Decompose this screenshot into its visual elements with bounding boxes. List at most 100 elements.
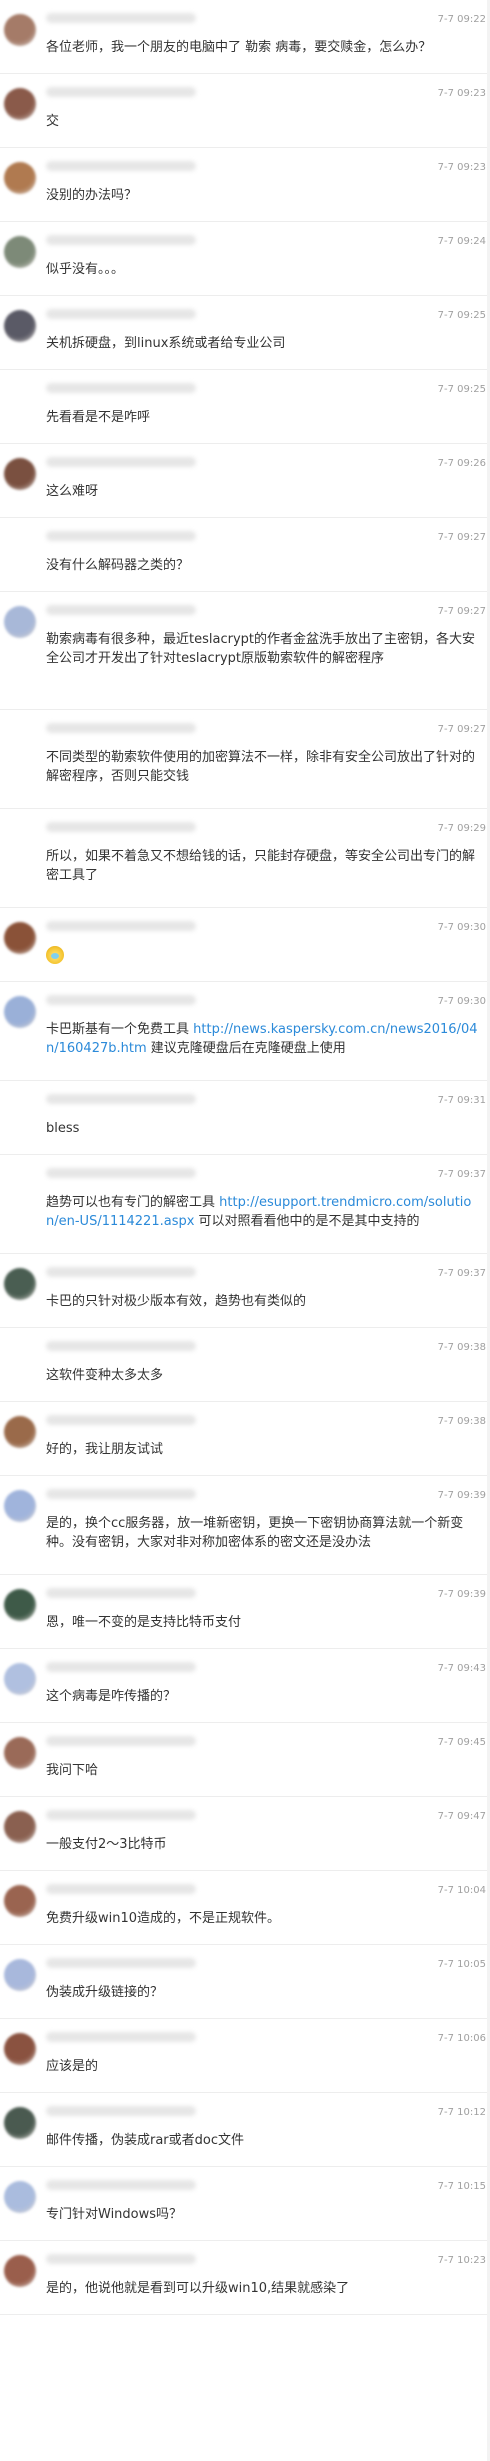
message-text: 应该是的 [46,2057,480,2076]
message-text-segment: 这么难呀 [46,484,99,499]
chat-thread[interactable]: 7-7 09:22 各位老师，我一个朋友的电脑中了 勒索 病毒，要交赎金，怎么办？… [0,0,490,2315]
avatar[interactable] [4,996,36,1028]
sender-name-redacted [46,1958,196,1968]
message-timestamp: 7-7 10:15 [437,2181,486,2192]
avatar[interactable] [4,922,36,954]
chat-message: 7-7 09:25 先看看是不是咋呼 [0,370,490,444]
avatar[interactable] [4,1959,36,1991]
message-text-segment: 勒索病毒有很多种，最近teslacrypt的作者金盆洗手放出了主密钥，各大安全公… [46,632,475,666]
message-text: 是的，他说他就是看到可以升级win10,结果就感染了 [46,2279,480,2298]
message-text: 勒索病毒有很多种，最近teslacrypt的作者金盆洗手放出了主密钥，各大安全公… [46,630,480,668]
message-timestamp: 7-7 09:27 [437,724,486,735]
avatar[interactable] [4,88,36,120]
sender-name-redacted [46,2254,196,2264]
chat-message: 7-7 09:45 我问下哈 [0,1723,490,1797]
sender-name-redacted [46,1662,196,1672]
chat-message: 7-7 09:39 是的，换个cc服务器，放一堆新密钥，更换一下密钥协商算法就一个… [0,1476,490,1575]
avatar[interactable] [4,384,36,416]
message-text: 一般支付2～3比特币 [46,1835,480,1854]
avatar[interactable] [4,1342,36,1374]
avatar[interactable] [4,162,36,194]
sender-name-redacted [46,1415,196,1425]
message-timestamp: 7-7 09:47 [437,1811,486,1822]
avatar[interactable] [4,2107,36,2139]
chat-message: 7-7 09:23 交 [0,74,490,148]
chat-message: 7-7 10:23 是的，他说他就是看到可以升级win10,结果就感染了 [0,2241,490,2315]
avatar[interactable] [4,1268,36,1300]
avatar[interactable] [4,606,36,638]
message-timestamp: 7-7 10:04 [437,1885,486,1896]
avatar[interactable] [4,14,36,46]
sender-name-redacted [46,822,196,832]
message-timestamp: 7-7 09:39 [437,1490,486,1501]
message-timestamp: 7-7 09:23 [437,88,486,99]
message-text: 关机拆硬盘，到linux系统或者给专业公司 [46,334,480,353]
message-text: bless [46,1119,480,1138]
chat-message: 7-7 09:37 趋势可以也有专门的解密工具 http://esupport.t… [0,1155,490,1254]
message-text-segment: 没有什么解码器之类的？ [46,558,190,573]
message-text-segment: 这软件变种太多太多 [46,1368,164,1383]
chat-message: 7-7 09:27 不同类型的勒索软件使用的加密算法不一样，除非有安全公司放出了针… [0,710,490,809]
message-text: 似乎没有。。。 [46,260,480,279]
chat-message: 7-7 09:23 没别的办法吗？ [0,148,490,222]
sender-name-redacted [46,1884,196,1894]
message-text-segment: 一般支付2～3比特币 [46,1837,167,1852]
message-text: 我问下哈 [46,1761,480,1780]
chat-message: 7-7 09:24 似乎没有。。。 [0,222,490,296]
message-timestamp: 7-7 09:37 [437,1169,486,1180]
message-timestamp: 7-7 10:06 [437,2033,486,2044]
avatar[interactable] [4,532,36,564]
message-text-segment: 建议克隆硬盘后在克隆硬盘上使用 [146,1041,346,1056]
message-text: 没有什么解码器之类的？ [46,556,480,575]
message-text-segment: bless [46,1121,80,1136]
message-text: 伪装成升级链接的？ [46,1983,480,2002]
message-text: 交 [46,112,480,131]
avatar[interactable] [4,1169,36,1201]
emoji-icon [46,946,64,964]
message-text: 所以，如果不着急又不想给钱的话，只能封存硬盘，等安全公司出专门的解密工具了 [46,847,480,885]
avatar[interactable] [4,2255,36,2287]
avatar[interactable] [4,2181,36,2213]
sender-name-redacted [46,161,196,171]
avatar[interactable] [4,1885,36,1917]
message-text: 不同类型的勒索软件使用的加密算法不一样，除非有安全公司放出了针对的解密程序，否则… [46,748,480,786]
sender-name-redacted [46,1736,196,1746]
message-timestamp: 7-7 09:45 [437,1737,486,1748]
sender-name-redacted [46,457,196,467]
chat-message: 7-7 09:26 这么难呀 [0,444,490,518]
avatar[interactable] [4,1095,36,1127]
avatar[interactable] [4,1811,36,1843]
avatar[interactable] [4,1737,36,1769]
message-text: 恩，唯一不变的是支持比特币支付 [46,1613,480,1632]
message-text-segment: 似乎没有。。。 [46,262,125,277]
message-timestamp: 7-7 09:43 [437,1663,486,1674]
avatar[interactable] [4,458,36,490]
avatar[interactable] [4,1490,36,1522]
message-text: 好的，我让朋友试试 [46,1440,480,1459]
avatar[interactable] [4,1589,36,1621]
message-timestamp: 7-7 09:23 [437,162,486,173]
sender-name-redacted [46,995,196,1005]
message-text: 卡巴斯基有一个免费工具 http://news.kaspersky.com.cn… [46,1020,480,1058]
avatar[interactable] [4,823,36,855]
message-text-segment: 免费升级win10造成的，不是正规软件。 [46,1911,281,1926]
message-text: 卡巴的只针对极少版本有效，趋势也有类似的 [46,1292,480,1311]
message-text: 专门针对Windows吗？ [46,2205,480,2224]
message-text: 趋势可以也有专门的解密工具 http://esupport.trendmicro… [46,1193,480,1231]
message-text [46,946,480,970]
avatar[interactable] [4,236,36,268]
avatar[interactable] [4,1663,36,1695]
sender-name-redacted [46,1267,196,1277]
avatar[interactable] [4,310,36,342]
message-text: 没别的办法吗？ [46,186,480,205]
message-timestamp: 7-7 09:31 [437,1095,486,1106]
avatar[interactable] [4,724,36,756]
message-timestamp: 7-7 09:22 [437,14,486,25]
chat-message: 7-7 10:12 邮件传播，伪装成rar或者doc文件 [0,2093,490,2167]
avatar[interactable] [4,2033,36,2065]
message-text-segment: 好的，我让朋友试试 [46,1442,164,1457]
chat-message: 7-7 09:31 bless [0,1081,490,1155]
message-text: 免费升级win10造成的，不是正规软件。 [46,1909,480,1928]
avatar[interactable] [4,1416,36,1448]
sender-name-redacted [46,1168,196,1178]
